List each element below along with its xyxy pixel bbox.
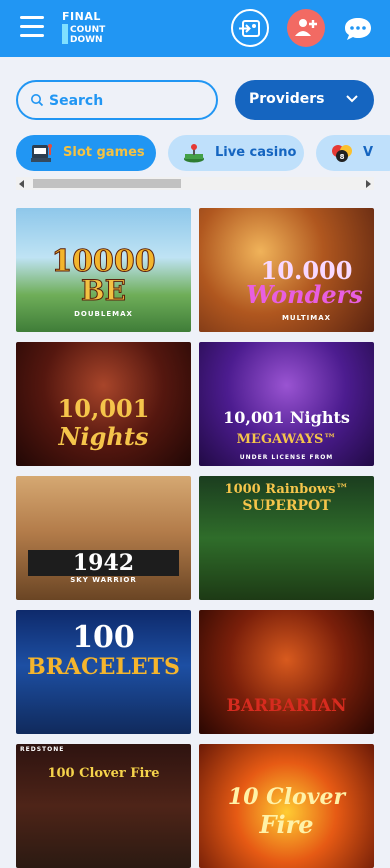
chat-bubble-icon bbox=[345, 18, 371, 40]
tab-label: V bbox=[363, 145, 374, 160]
top-bar: FINAL COUNT DOWN bbox=[0, 0, 390, 57]
game-card[interactable]: 1000 Rainbows™ SUPERPOT bbox=[199, 476, 374, 600]
tab-live-casino[interactable]: Live casino bbox=[168, 135, 304, 171]
game-card[interactable]: 10000 BE DOUBLEMAX bbox=[16, 208, 191, 332]
search-box[interactable] bbox=[16, 80, 218, 120]
game-card[interactable]: 10,001 Nights bbox=[16, 342, 191, 466]
svg-text:8: 8 bbox=[340, 153, 345, 161]
game-card[interactable]: 10 Clover Fire bbox=[199, 744, 374, 868]
game-card[interactable]: REDSTONE 100 Clover Fire bbox=[16, 744, 191, 868]
tab-slot-games[interactable]: Slot games bbox=[16, 135, 156, 171]
scroll-thumb[interactable] bbox=[33, 179, 181, 188]
game-card[interactable]: 100 BRACELETS bbox=[16, 610, 191, 734]
login-button[interactable] bbox=[231, 9, 269, 47]
tab-label: Slot games bbox=[63, 145, 145, 160]
scroll-right-icon[interactable] bbox=[366, 180, 371, 188]
scroll-left-icon[interactable] bbox=[19, 180, 24, 188]
slot-machine-icon bbox=[31, 144, 52, 162]
menu-icon[interactable] bbox=[20, 16, 44, 38]
category-tabs: Slot games Live casino 8 V bbox=[16, 135, 390, 173]
register-button[interactable] bbox=[287, 9, 325, 47]
game-card[interactable]: BARBARIAN bbox=[199, 610, 374, 734]
vip-balls-icon: 8 bbox=[332, 145, 352, 162]
game-card[interactable]: 10.000 Wonders MULTIMAX bbox=[199, 208, 374, 332]
joystick-icon bbox=[184, 144, 204, 163]
game-card[interactable]: 1942 SKY WARRIOR bbox=[16, 476, 191, 600]
chat-button[interactable] bbox=[341, 9, 375, 47]
providers-dropdown[interactable]: Providers bbox=[235, 80, 374, 120]
tabs-scrollbar[interactable] bbox=[16, 177, 374, 190]
chevron-down-icon bbox=[346, 95, 358, 103]
game-card[interactable]: 10,001 Nights MEGAWAYS™ UNDER LICENSE FR… bbox=[199, 342, 374, 466]
search-icon bbox=[31, 94, 44, 107]
add-user-icon bbox=[295, 19, 317, 36]
brand-logo[interactable]: FINAL COUNT DOWN bbox=[62, 10, 120, 46]
tab-vip[interactable]: 8 V bbox=[316, 135, 390, 171]
search-input[interactable] bbox=[49, 90, 209, 112]
tab-label: Live casino bbox=[215, 145, 297, 160]
providers-label: Providers bbox=[249, 91, 325, 107]
login-icon bbox=[239, 20, 260, 37]
